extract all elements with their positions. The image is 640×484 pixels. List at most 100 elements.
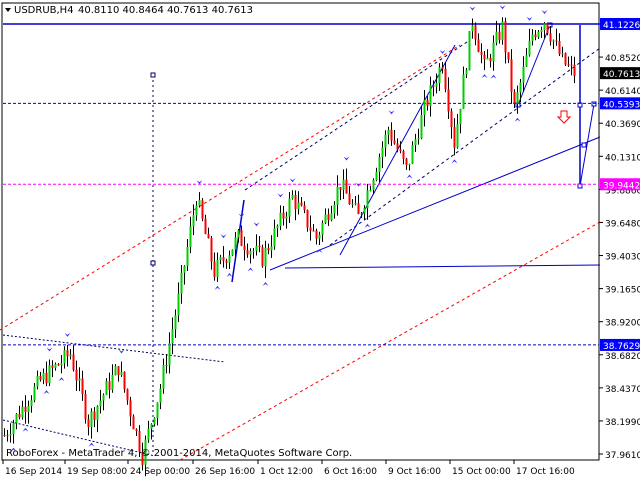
projection-node (150, 72, 156, 78)
candle-body (36, 375, 39, 387)
candle-body (237, 230, 240, 238)
candle-body (255, 245, 258, 251)
candle-body (309, 227, 312, 231)
price-axis-label: 40.6140 (605, 87, 640, 97)
candle-body (120, 371, 123, 376)
candle-body (42, 372, 45, 380)
candle-body (360, 213, 363, 215)
candle-body (498, 31, 501, 41)
chart-canvas[interactable]: 41.122640.852040.614040.369040.131039.88… (0, 0, 640, 484)
candle-body (45, 372, 48, 384)
candle-body (258, 245, 261, 248)
time-axis-label: 17 Oct 16:00 (516, 467, 575, 477)
price-channel (0, 44, 601, 461)
fractal-down-marker (88, 442, 95, 447)
candle-body (552, 40, 555, 42)
candle-body (288, 198, 291, 217)
price-axis-label: 39.1650 (605, 286, 640, 296)
candle-body (303, 205, 306, 211)
candle-body (39, 375, 42, 380)
fractal-up-marker (439, 49, 446, 54)
candle-body (423, 99, 426, 116)
time-axis: 16 Sep 2014 19 Sep 08:00 24 Sep 00:00 26 Se… (2, 460, 575, 477)
price-axis-label: 38.1990 (605, 418, 640, 428)
candle-body (108, 381, 111, 390)
candle-body (78, 378, 81, 381)
fractal-down-marker (406, 174, 413, 179)
candle-body (96, 406, 99, 421)
candle-body (456, 124, 459, 148)
candle-body (402, 150, 405, 159)
price-axis-label: 38.9200 (605, 319, 640, 329)
candle-body (48, 365, 51, 384)
current-price-label: 40.7613 (603, 70, 640, 80)
candle-body (345, 179, 348, 194)
candle-body (18, 413, 21, 418)
channel-lower-line (179, 221, 601, 461)
candle-body (375, 171, 378, 181)
candle-body (519, 82, 522, 93)
time-axis-label: 19 Sep 08:00 (67, 467, 127, 477)
price-labels: 41.1226 40.5393 39.9442 38.7629 40.7613 (600, 18, 640, 352)
candle-body (15, 413, 18, 424)
candle-body (459, 108, 462, 125)
fractal-down-marker (214, 285, 221, 290)
candle-body (558, 40, 561, 55)
candle-body (129, 400, 132, 417)
sell-arrow-icon (556, 110, 572, 124)
fractal-down-marker (247, 267, 254, 272)
candle-body (387, 129, 390, 135)
chart-area[interactable]: 41.122640.852040.614040.369040.131039.88… (0, 0, 640, 484)
candle-body (222, 257, 225, 261)
candle-body (219, 257, 222, 260)
candle-body (354, 203, 357, 205)
candle-body (297, 202, 300, 210)
candle-body (234, 237, 237, 250)
candle-body (267, 247, 270, 251)
fractal-down-marker (262, 281, 269, 286)
candle-body (228, 255, 231, 263)
candle-body (369, 189, 372, 191)
candle-body (426, 99, 429, 106)
ohlc-label: 40.8110 40.8464 40.7613 40.7613 (78, 5, 253, 16)
candle-body (333, 204, 336, 214)
candle-body (531, 34, 534, 41)
price-axis-label: 39.6480 (605, 219, 640, 229)
candle-body (75, 369, 78, 381)
candle-body (174, 315, 177, 330)
candle-body (516, 92, 519, 104)
candle-body (54, 364, 57, 368)
candle-body (294, 194, 297, 210)
candle-body (564, 53, 567, 65)
candle-body (324, 214, 327, 223)
fractal-up-marker (220, 234, 227, 239)
level-price-label: 39.9442 (603, 181, 640, 191)
candle-body (501, 21, 504, 41)
fractal-down-marker (481, 74, 488, 79)
candle-body (378, 157, 381, 172)
candle-body (450, 111, 453, 128)
candle-body (447, 89, 450, 112)
candle-body (435, 83, 438, 87)
candle-body (570, 64, 573, 66)
candle-body (315, 230, 318, 239)
chevron-down-icon[interactable] (5, 8, 11, 12)
candle-body (489, 57, 492, 62)
candle-body (339, 187, 342, 190)
candle-body (195, 205, 198, 216)
time-axis-label: 6 Oct 16:00 (324, 467, 377, 477)
candle-body (3, 435, 6, 437)
candle-body (342, 179, 345, 190)
fractal-down-marker (58, 377, 65, 382)
candle-body (396, 143, 399, 150)
time-axis-label: 15 Oct 00:00 (452, 467, 511, 477)
candle-body (414, 139, 417, 146)
candle-body (408, 163, 411, 165)
candle-body (330, 213, 333, 221)
copyright-label: RoboForex - MetaTrader 4, © 2001-2014, M… (6, 448, 352, 459)
candle-body (432, 85, 435, 87)
candle-body (63, 350, 66, 364)
wave-line-3 (517, 24, 551, 106)
candle-body (153, 418, 156, 425)
fractal-up-marker (541, 10, 548, 15)
